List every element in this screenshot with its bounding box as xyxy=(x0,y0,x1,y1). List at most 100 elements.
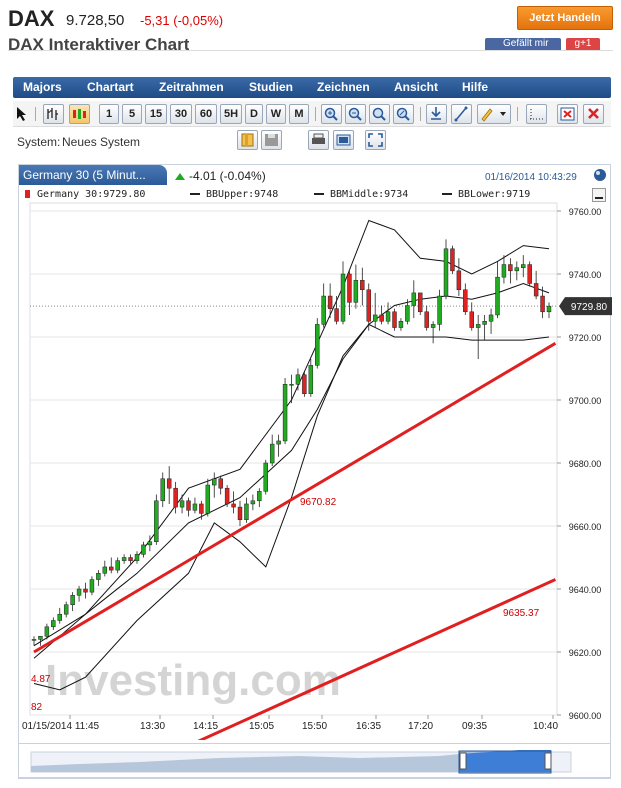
zoom-in-icon[interactable] xyxy=(321,104,342,124)
price-chart[interactable]: 9760.00 9740.00 9720.00 9700.00 9680.00 9660.… xyxy=(19,165,612,740)
menu-hilfe[interactable]: Hilfe xyxy=(462,77,488,98)
candle[interactable] xyxy=(89,579,95,593)
candle[interactable] xyxy=(102,566,108,574)
candle[interactable] xyxy=(224,487,230,505)
candle[interactable] xyxy=(533,283,539,297)
candle[interactable] xyxy=(546,305,552,313)
candle[interactable] xyxy=(340,273,346,322)
candle[interactable] xyxy=(495,276,500,316)
menu-chartart[interactable]: Chartart xyxy=(87,77,134,98)
timeframe-60[interactable]: 60 xyxy=(195,104,217,124)
candle[interactable] xyxy=(327,295,333,309)
fullscreen-icon[interactable] xyxy=(365,130,386,150)
candle[interactable] xyxy=(488,314,494,322)
candle[interactable] xyxy=(179,500,185,508)
timeframe-week[interactable]: W xyxy=(266,104,286,124)
close-icon[interactable] xyxy=(583,104,604,124)
candle[interactable] xyxy=(411,292,417,306)
candle[interactable] xyxy=(173,487,178,508)
candle[interactable] xyxy=(70,595,75,605)
menu-zeitrahmen[interactable]: Zeitrahmen xyxy=(159,77,224,98)
candle[interactable] xyxy=(302,374,307,394)
menu-zeichnen[interactable]: Zeichnen xyxy=(317,77,370,98)
candle[interactable] xyxy=(263,462,268,492)
candle[interactable] xyxy=(121,557,127,561)
navigator-left-handle[interactable] xyxy=(459,752,467,770)
menu-studien[interactable]: Studien xyxy=(249,77,293,98)
candle[interactable] xyxy=(38,636,43,640)
candle[interactable] xyxy=(308,365,314,394)
candle[interactable] xyxy=(424,311,429,328)
candle[interactable] xyxy=(315,324,320,366)
candle[interactable] xyxy=(109,566,114,571)
candle[interactable] xyxy=(282,384,288,442)
candle[interactable] xyxy=(96,573,101,580)
timeframe-15[interactable]: 15 xyxy=(145,104,167,124)
candle[interactable] xyxy=(289,384,294,386)
candle[interactable] xyxy=(244,503,249,520)
candle[interactable] xyxy=(218,478,223,489)
candle[interactable] xyxy=(437,295,442,325)
candle[interactable] xyxy=(379,314,384,322)
google-plus-button[interactable]: g+1 xyxy=(566,38,600,50)
candle[interactable] xyxy=(250,500,256,505)
candle[interactable] xyxy=(430,324,436,328)
candle[interactable] xyxy=(366,289,371,322)
timeframe-day[interactable]: D xyxy=(245,104,263,124)
candle[interactable] xyxy=(508,264,513,272)
candle[interactable] xyxy=(44,626,50,637)
candle[interactable] xyxy=(456,270,462,290)
candle[interactable] xyxy=(83,588,88,593)
delete-indicator-icon[interactable] xyxy=(557,104,578,124)
timeframe-month[interactable]: M xyxy=(289,104,309,124)
menu-majors[interactable]: Majors xyxy=(23,77,62,98)
candle[interactable] xyxy=(276,440,281,445)
candle[interactable] xyxy=(514,267,520,272)
bar-chart-icon[interactable] xyxy=(43,104,64,124)
candle[interactable] xyxy=(321,295,326,325)
candle[interactable] xyxy=(134,554,140,561)
navigator-right-handle[interactable] xyxy=(544,752,552,770)
trendline-draw-icon[interactable] xyxy=(451,104,472,124)
candle[interactable] xyxy=(450,248,455,272)
trade-now-button[interactable]: Jetzt Handeln xyxy=(517,6,613,30)
candle[interactable] xyxy=(372,314,378,322)
candle[interactable] xyxy=(527,264,532,284)
candle[interactable] xyxy=(166,478,172,489)
candle[interactable] xyxy=(237,506,243,520)
candle[interactable] xyxy=(269,443,275,464)
timeframe-5h[interactable]: 5H xyxy=(220,104,242,124)
zoom-fit-icon[interactable] xyxy=(369,104,390,124)
timeframe-1[interactable]: 1 xyxy=(99,104,119,124)
timeframe-5[interactable]: 5 xyxy=(122,104,142,124)
candle[interactable] xyxy=(128,557,133,561)
candle[interactable] xyxy=(482,321,487,325)
candle[interactable] xyxy=(147,541,153,546)
save-disk-icon[interactable] xyxy=(261,130,282,150)
print-icon[interactable] xyxy=(308,130,329,150)
cursor-arrow-icon[interactable] xyxy=(16,106,28,122)
candle[interactable] xyxy=(463,289,468,313)
candle[interactable] xyxy=(398,321,404,328)
candle[interactable] xyxy=(51,620,56,628)
candle[interactable] xyxy=(31,639,37,641)
candle[interactable] xyxy=(469,311,474,328)
pencil-dropdown-icon[interactable] xyxy=(477,104,511,124)
candle[interactable] xyxy=(353,280,359,303)
crosshair-icon[interactable] xyxy=(426,104,447,124)
candle[interactable] xyxy=(115,560,120,571)
candle[interactable] xyxy=(186,500,191,511)
candle[interactable] xyxy=(141,544,146,555)
timeframe-30[interactable]: 30 xyxy=(170,104,192,124)
candle[interactable] xyxy=(192,503,198,511)
candle[interactable] xyxy=(295,374,301,385)
candle[interactable] xyxy=(501,264,507,278)
dotted-grid-icon[interactable] xyxy=(526,104,547,124)
candle[interactable] xyxy=(418,292,423,313)
candle[interactable] xyxy=(160,478,165,502)
candle[interactable] xyxy=(231,503,236,508)
zoom-out-icon[interactable] xyxy=(345,104,366,124)
candle[interactable] xyxy=(63,604,69,615)
candle[interactable] xyxy=(521,264,526,268)
candle[interactable] xyxy=(57,613,62,621)
